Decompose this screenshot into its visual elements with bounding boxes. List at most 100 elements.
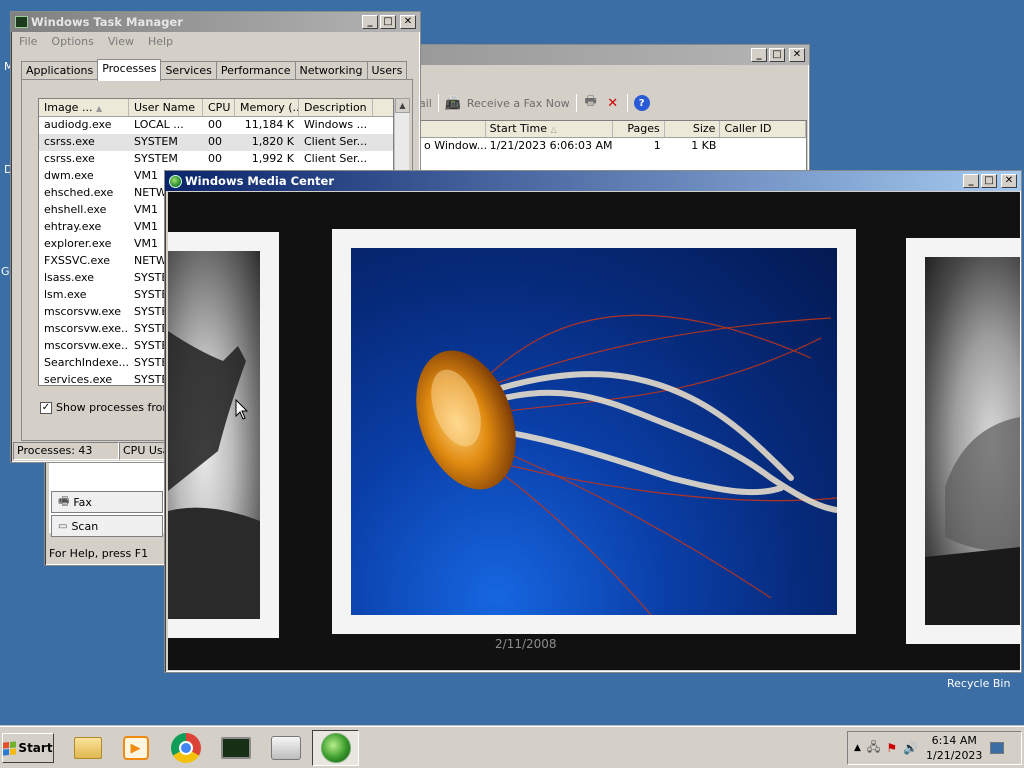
column-header-size[interactable]: Size: [665, 121, 721, 137]
folder-fax[interactable]: 🖷 Fax: [51, 491, 163, 513]
column-header-cpu[interactable]: CPU: [203, 99, 235, 116]
table-row[interactable]: csrss.exe SYSTEM 00 1,820 K Client Ser...: [39, 134, 393, 151]
folder-icon: [73, 737, 102, 759]
table-row[interactable]: o Window... 1/21/2023 6:06:03 AM 1 1 KB: [420, 138, 806, 155]
photo-left[interactable]: [168, 251, 260, 619]
taskbar-media-player[interactable]: ▶: [112, 730, 159, 766]
cell-user: SYSTEM: [134, 135, 178, 148]
media-center-icon: [169, 174, 182, 188]
cell-image: csrss.exe: [44, 152, 95, 165]
clock[interactable]: 6:14 AM 1/21/2023: [926, 733, 982, 763]
receive-fax-button[interactable]: Receive a Fax Now: [467, 97, 570, 110]
cell-memory: 1,992 K: [251, 152, 294, 165]
start-button[interactable]: Start: [2, 733, 54, 763]
network-icon[interactable]: 🖧: [867, 738, 880, 759]
media-center-window: Windows Media Center _ □ ✕ 2/11/2008: [164, 170, 1022, 673]
cell-cpu: 00: [208, 152, 222, 165]
tab-users[interactable]: Users: [366, 61, 408, 81]
cell-image: ehshell.exe: [44, 203, 107, 216]
clock-date: 1/21/2023: [926, 749, 983, 762]
window-title: Windows Media Center: [185, 174, 334, 188]
desktop-icon-label[interactable]: G: [1, 265, 10, 278]
column-header-memory[interactable]: Memory (...: [235, 99, 299, 116]
tab-applications[interactable]: Applications: [21, 61, 99, 81]
cell-image: mscorsvw.exe: [44, 305, 121, 318]
cell-caller-id: [720, 138, 806, 155]
photo-right[interactable]: [925, 257, 1020, 625]
close-button[interactable]: ✕: [400, 15, 416, 29]
menu-view[interactable]: View: [108, 35, 134, 49]
cell-image: lsass.exe: [44, 271, 94, 284]
show-all-processes-checkbox[interactable]: ✓ Show processes from a: [40, 401, 183, 414]
chrome-icon: [170, 733, 201, 763]
cell-image: audiodg.exe: [44, 118, 112, 131]
start-label: Start: [18, 741, 53, 755]
column-header-from[interactable]: [420, 121, 486, 137]
cell-size: 1 KB: [691, 139, 717, 152]
windows-logo-icon: [3, 740, 17, 756]
volume-icon[interactable]: 🔊: [903, 741, 918, 755]
recycle-bin-label[interactable]: Recycle Bin: [947, 677, 1010, 690]
tab-services[interactable]: Services: [160, 61, 217, 81]
fax-list-header: Start Time △ Pages Size Caller ID: [420, 121, 806, 138]
scroll-up-icon[interactable]: ▲: [395, 98, 410, 113]
cell-description: Client Ser...: [304, 152, 368, 165]
toolbar-separator: [437, 94, 439, 112]
maximize-button[interactable]: □: [981, 174, 997, 188]
menu-bar: File Options View Help: [11, 32, 420, 52]
system-tray: ▲ 🖧 ⚑ 🔊 6:14 AM 1/21/2023: [847, 731, 1022, 765]
window-title: Windows Task Manager: [31, 15, 183, 29]
menu-file[interactable]: File: [19, 35, 37, 49]
cell-description: Client Ser...: [304, 135, 368, 148]
taskbar-media-center[interactable]: [312, 730, 359, 766]
minimize-button[interactable]: _: [751, 48, 767, 62]
cell-pages: 1: [653, 139, 661, 152]
cell-user: SYSTEM: [134, 152, 178, 165]
close-button[interactable]: ✕: [789, 48, 805, 62]
print-icon[interactable]: 🖶: [583, 94, 599, 111]
tab-processes[interactable]: Processes: [97, 59, 162, 81]
close-button[interactable]: ✕: [1001, 174, 1017, 188]
task-manager-titlebar[interactable]: Windows Task Manager _ □ ✕: [11, 12, 420, 32]
taskbar-fax[interactable]: [262, 730, 309, 766]
column-header-start-time[interactable]: Start Time △: [486, 121, 613, 137]
minimize-button[interactable]: _: [963, 174, 979, 188]
action-center-flag-icon[interactable]: ⚑: [886, 741, 897, 755]
column-header-image[interactable]: Image ... ▲: [39, 99, 129, 116]
menu-options[interactable]: Options: [51, 35, 93, 49]
status-bar-text: For Help, press F1: [49, 547, 149, 560]
photo-date: 2/11/2008: [495, 637, 557, 651]
taskbar-explorer[interactable]: [64, 730, 111, 766]
column-header-description[interactable]: Description: [299, 99, 373, 116]
slideshow-stage[interactable]: 2/11/2008: [168, 192, 1020, 670]
minimize-button[interactable]: _: [362, 15, 378, 29]
table-row[interactable]: csrss.exe SYSTEM 00 1,992 K Client Ser...: [39, 151, 393, 168]
folder-scan-label: Scan: [71, 519, 99, 533]
media-center-titlebar[interactable]: Windows Media Center _ □ ✕: [165, 171, 1021, 191]
taskbar-chrome[interactable]: [162, 730, 209, 766]
maximize-button[interactable]: □: [769, 48, 785, 62]
photo-main[interactable]: [351, 248, 837, 615]
menu-help[interactable]: Help: [148, 35, 173, 49]
tab-networking[interactable]: Networking: [294, 61, 368, 81]
show-desktop-icon[interactable]: [990, 742, 1005, 754]
table-row[interactable]: audiodg.exe LOCAL ... 00 11,184 K Windows ..…: [39, 117, 393, 134]
column-header-user[interactable]: User Name: [129, 99, 203, 116]
cell-image: explorer.exe: [44, 237, 112, 250]
cell-start-time: 1/21/2023 6:06:03 AM: [489, 139, 613, 152]
status-processes: Processes: 43: [13, 442, 119, 460]
sort-arrow-icon: △: [550, 125, 557, 134]
folder-scan[interactable]: ▭ Scan: [51, 515, 163, 537]
media-center-icon: [320, 733, 351, 763]
fax-list: Start Time △ Pages Size Caller ID o Wind…: [419, 120, 807, 172]
cell-image: mscorsvw.exe...: [44, 322, 129, 335]
maximize-button[interactable]: □: [380, 15, 396, 29]
help-icon[interactable]: ?: [633, 95, 650, 111]
column-header-caller-id[interactable]: Caller ID: [720, 121, 806, 137]
column-header-pages[interactable]: Pages: [613, 121, 665, 137]
cell-image: dwm.exe: [44, 169, 94, 182]
tab-performance[interactable]: Performance: [215, 61, 296, 81]
taskbar-task-manager[interactable]: [212, 730, 259, 766]
delete-icon[interactable]: ✕: [605, 95, 621, 111]
show-hidden-icons-icon[interactable]: ▲: [854, 743, 861, 753]
